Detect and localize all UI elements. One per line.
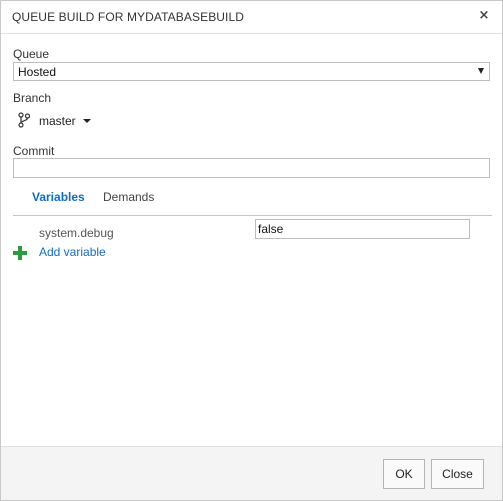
close-icon[interactable]: × [478, 9, 490, 23]
queue-selected-value: Hosted [18, 65, 57, 79]
git-branch-icon [18, 112, 30, 128]
tab-divider [13, 215, 492, 216]
branch-label: Branch [13, 91, 52, 105]
commit-input[interactable] [13, 158, 490, 178]
tab-variables[interactable]: Variables [32, 190, 85, 204]
dialog-title-bar: QUEUE BUILD FOR MYDATABASEBUILD × [1, 1, 502, 34]
add-variable-label: Add variable [39, 245, 106, 259]
variable-name: system.debug [39, 226, 114, 240]
plus-icon [13, 246, 27, 260]
ok-button[interactable]: OK [383, 459, 425, 489]
variable-value-input[interactable] [255, 219, 470, 239]
commit-label: Commit [13, 144, 55, 158]
tab-demands[interactable]: Demands [103, 190, 154, 204]
dialog-title: QUEUE BUILD FOR MYDATABASEBUILD [12, 10, 245, 24]
tab-bar: Variables Demands [13, 186, 492, 218]
add-variable-button[interactable]: Add variable [13, 244, 113, 262]
chevron-down-icon [478, 68, 484, 74]
close-button[interactable]: Close [431, 459, 484, 489]
chevron-down-icon [83, 119, 91, 123]
queue-select[interactable]: Hosted [13, 62, 490, 81]
queue-build-dialog: QUEUE BUILD FOR MYDATABASEBUILD × Queue … [0, 0, 503, 501]
dialog-footer: OK Close [1, 446, 502, 500]
branch-selected-value: master [39, 114, 76, 128]
branch-picker[interactable]: master [18, 111, 98, 131]
queue-label: Queue [13, 47, 50, 61]
